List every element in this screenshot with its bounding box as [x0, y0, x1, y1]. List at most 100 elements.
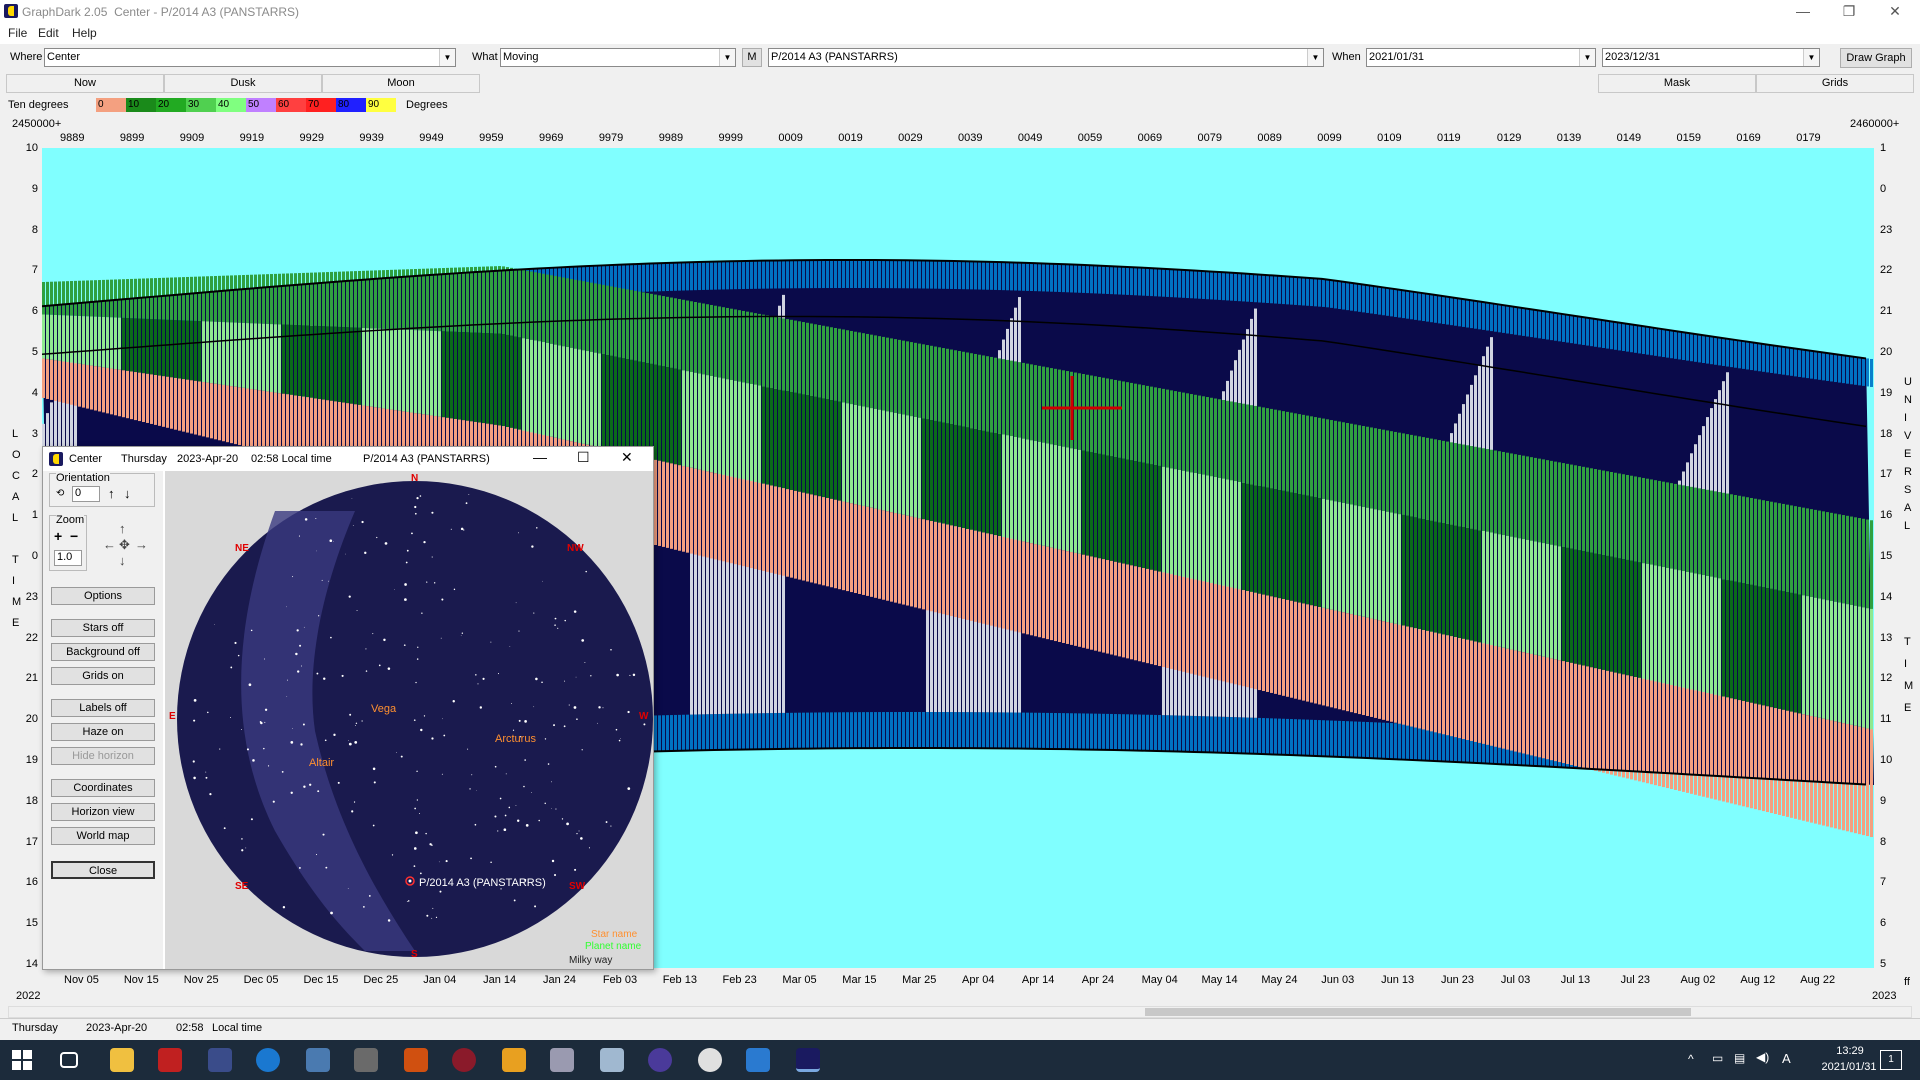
twilight-strip — [946, 260, 949, 289]
horizontal-scrollbar[interactable] — [8, 1006, 1912, 1018]
twilight-strip — [998, 262, 1001, 291]
app-icon-8[interactable] — [648, 1048, 672, 1072]
app-icon-4[interactable] — [452, 1048, 476, 1072]
pan-down-icon[interactable]: ↓ — [119, 553, 126, 568]
object-low-strip — [1858, 726, 1861, 835]
mask-button[interactable]: Mask — [1598, 74, 1756, 93]
task-view-icon[interactable] — [60, 1052, 78, 1068]
close-button[interactable]: ✕ — [1872, 0, 1918, 24]
app-icon-5[interactable] — [502, 1048, 526, 1072]
antivirus-icon[interactable] — [158, 1048, 182, 1072]
object-mid-strip — [1778, 590, 1781, 709]
menu-help[interactable]: Help — [72, 26, 97, 40]
twilight-strip — [834, 712, 837, 749]
tray-time[interactable]: 13:29 — [1820, 1045, 1880, 1057]
menu-file[interactable]: File — [8, 26, 27, 40]
menu-edit[interactable]: Edit — [38, 26, 59, 40]
horizon-view-button[interactable]: Horizon view — [51, 803, 155, 821]
twilight-strip — [1250, 273, 1253, 302]
pan-right-icon[interactable]: → — [135, 537, 148, 552]
world-map-button[interactable]: World map — [51, 827, 155, 845]
orientation-input[interactable]: 0 — [72, 486, 100, 502]
tray-display-icon[interactable]: ▤ — [1734, 1051, 1745, 1065]
close-sky-button[interactable]: Close — [51, 861, 155, 879]
star — [355, 724, 356, 726]
object-high-strip — [1194, 394, 1197, 474]
scrollbar-thumb[interactable] — [1145, 1008, 1691, 1016]
pan-left-icon[interactable]: ← — [103, 537, 116, 552]
tray-network-icon[interactable]: ▭ — [1712, 1051, 1723, 1065]
coordinates-button[interactable]: Coordinates — [51, 779, 155, 797]
moon-button[interactable]: Moon — [322, 74, 480, 93]
left-axis-tick: 17 — [25, 835, 38, 848]
when-to-select[interactable]: 2023/12/31 ▼ — [1602, 48, 1820, 67]
notification-icon[interactable]: 1 — [1880, 1050, 1902, 1070]
star — [431, 511, 434, 514]
minimize-button[interactable]: — — [1780, 0, 1826, 24]
app-icon-2[interactable] — [354, 1048, 378, 1072]
sky-close-button[interactable]: ✕ — [621, 449, 633, 466]
background-off-button[interactable]: Background off — [51, 643, 155, 661]
object-low-strip — [178, 378, 181, 431]
rotate-icon[interactable]: ⟲ — [56, 488, 68, 502]
graphdark-taskbar-icon[interactable] — [796, 1048, 820, 1072]
where-select[interactable]: Center ▼ — [44, 48, 456, 67]
m-button[interactable]: M — [742, 48, 762, 67]
object-mid-strip — [1614, 557, 1617, 673]
star — [554, 617, 557, 620]
edge-browser-icon[interactable] — [256, 1048, 280, 1072]
restore-button[interactable]: ❐ — [1826, 0, 1872, 24]
app-icon-9[interactable] — [746, 1048, 770, 1072]
object-mid-strip — [834, 400, 837, 500]
chrome-icon[interactable] — [698, 1048, 722, 1072]
draw-graph-button[interactable]: Draw Graph — [1840, 48, 1912, 68]
when-from-select[interactable]: 2021/01/31 ▼ — [1366, 48, 1596, 67]
star — [315, 853, 318, 856]
zoom-input[interactable]: 1.0 — [54, 550, 82, 566]
zoom-in-icon[interactable]: + — [54, 528, 62, 544]
dusk-button[interactable]: Dusk — [164, 74, 322, 93]
app-icon-6[interactable] — [550, 1048, 574, 1072]
grids-on-button[interactable]: Grids on — [51, 667, 155, 685]
star — [536, 527, 538, 529]
app-icon-3[interactable] — [404, 1048, 428, 1072]
grids-button[interactable]: Grids — [1756, 74, 1914, 93]
object-low-strip — [1070, 552, 1073, 645]
what-select[interactable]: Moving ▼ — [500, 48, 736, 67]
arrow-down-icon[interactable]: ↓ — [124, 486, 131, 501]
windows-start-icon[interactable] — [12, 1050, 32, 1070]
object-low-strip — [62, 361, 65, 403]
options-button[interactable]: Options — [51, 587, 155, 605]
sky-minimize-button[interactable]: — — [533, 449, 547, 465]
object-mid-strip — [930, 420, 933, 522]
tray-language[interactable]: A — [1782, 1051, 1791, 1066]
object-mid-strip — [1206, 475, 1209, 583]
now-button[interactable]: Now — [6, 74, 164, 93]
twilight-strip — [1206, 716, 1209, 753]
stars-off-button[interactable]: Stars off — [51, 619, 155, 637]
star — [414, 807, 416, 810]
file-explorer-icon[interactable] — [110, 1048, 134, 1072]
object-high-strip — [606, 285, 609, 356]
tray-volume-icon[interactable]: ◀) — [1756, 1050, 1769, 1064]
tray-chevron-icon[interactable]: ^ — [1688, 1052, 1694, 1066]
object-low-strip — [1334, 610, 1337, 709]
calculator-icon[interactable] — [306, 1048, 330, 1072]
sky-chart[interactable]: N NE NW E W SE SW S Vega Arcturus Altair… — [165, 471, 653, 969]
arrow-up-icon[interactable]: ↑ — [108, 486, 115, 501]
object-low-strip — [1350, 614, 1353, 713]
zoom-out-icon[interactable]: − — [70, 528, 78, 544]
sky-maximize-button[interactable]: ☐ — [577, 449, 590, 466]
pan-control[interactable]: ↑ ← ✥ → ↓ — [99, 521, 149, 571]
app-icon-1[interactable] — [208, 1048, 232, 1072]
labels-off-button[interactable]: Labels off — [51, 699, 155, 717]
object-high-strip — [742, 310, 745, 383]
object-mid-strip — [1194, 473, 1197, 580]
app-icon-7[interactable] — [600, 1048, 624, 1072]
pan-center-icon[interactable]: ✥ — [119, 537, 130, 553]
pan-up-icon[interactable]: ↑ — [119, 521, 126, 536]
star — [575, 676, 577, 678]
haze-on-button[interactable]: Haze on — [51, 723, 155, 741]
object-high-strip — [1666, 482, 1669, 568]
object-select[interactable]: P/2014 A3 (PANSTARRS) ▼ — [768, 48, 1324, 67]
